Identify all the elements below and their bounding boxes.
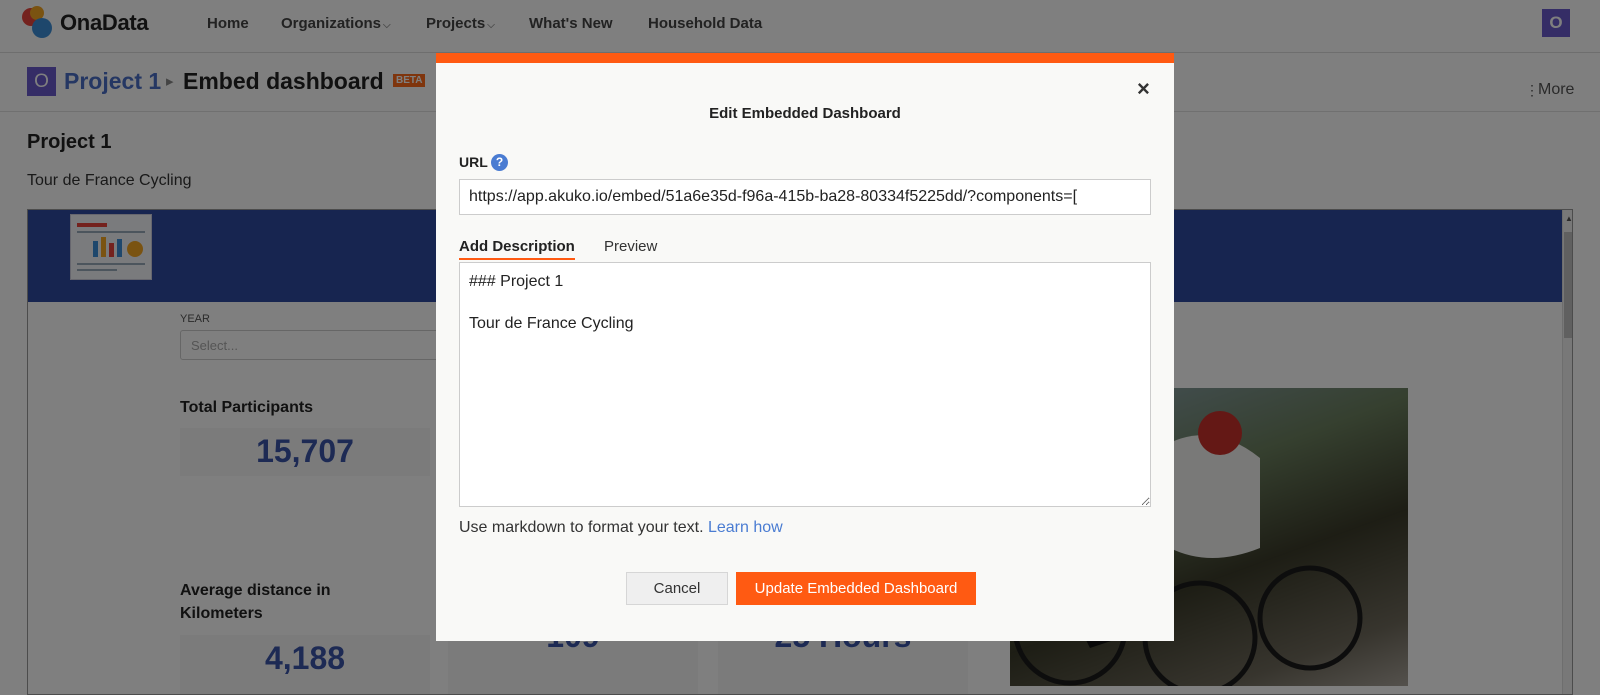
url-input[interactable] — [459, 179, 1151, 215]
tab-preview[interactable]: Preview — [604, 238, 657, 258]
edit-embedded-dashboard-modal: × Edit Embedded Dashboard URL ? Add Desc… — [436, 53, 1174, 641]
modal-title: Edit Embedded Dashboard — [709, 105, 901, 122]
cancel-button[interactable]: Cancel — [626, 572, 728, 605]
markdown-hint-text: Use markdown to format your text. — [459, 519, 708, 536]
learn-how-link[interactable]: Learn how — [708, 519, 783, 536]
tab-add-description[interactable]: Add Description — [459, 238, 575, 260]
help-icon[interactable]: ? — [491, 154, 508, 171]
markdown-hint: Use markdown to format your text. Learn … — [459, 519, 783, 537]
url-label: URL — [459, 154, 488, 170]
close-icon[interactable]: × — [1137, 78, 1150, 100]
update-embedded-dashboard-button[interactable]: Update Embedded Dashboard — [736, 572, 976, 605]
description-textarea[interactable]: ### Project 1 Tour de France Cycling — [459, 262, 1151, 507]
